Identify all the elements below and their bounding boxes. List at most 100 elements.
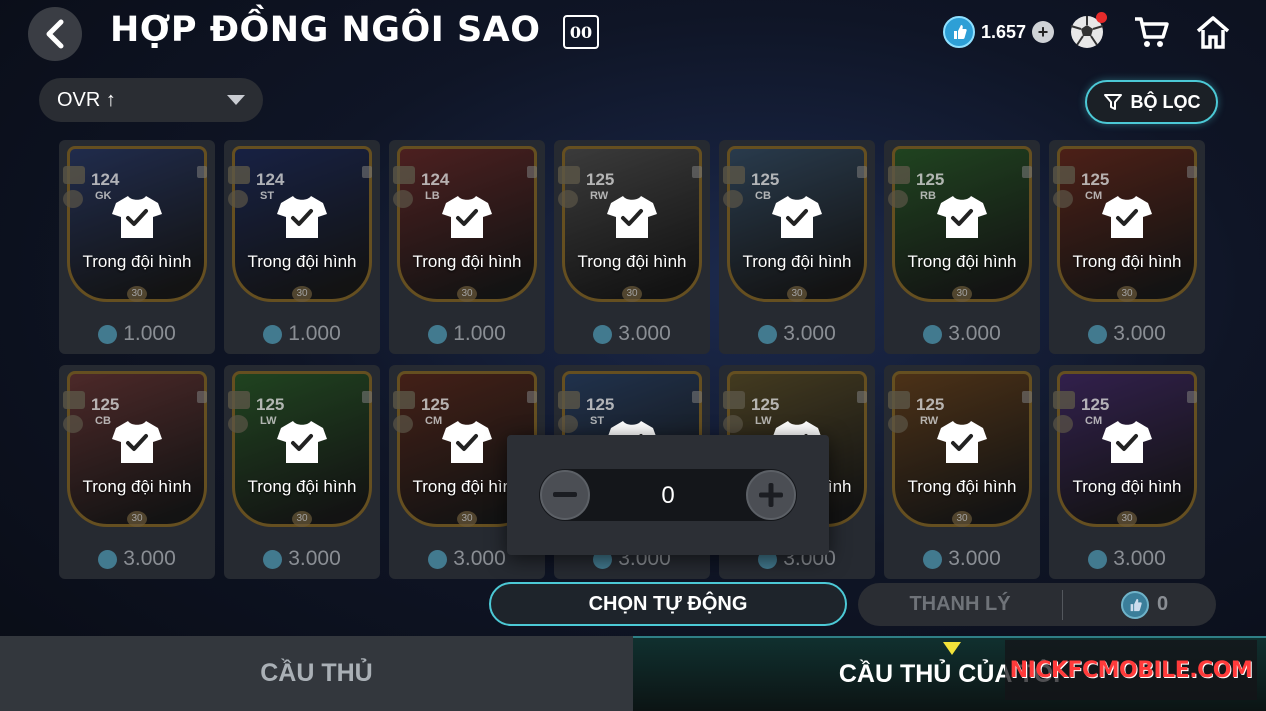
ball-menu-button[interactable]	[1067, 12, 1107, 52]
in-squad-label: Trong đội hình	[247, 252, 357, 271]
player-price: 3.000	[884, 322, 1040, 346]
sell-button[interactable]: THANH LÝ 0	[858, 583, 1216, 626]
fc-point-icon	[428, 324, 448, 344]
fc-point-icon	[923, 324, 943, 344]
in-squad-shirt-icon	[277, 421, 327, 463]
player-card[interactable]: 125 CM 30 Trong đội hình 3.000	[1049, 365, 1205, 579]
home-button[interactable]	[1193, 12, 1233, 52]
lock-icon	[857, 391, 867, 403]
sort-label: OVR ↑	[57, 88, 116, 111]
player-card[interactable]: 125 LW 30 Trong đội hình 3.000	[224, 365, 380, 579]
player-price: 1.000	[224, 322, 380, 346]
lock-icon	[1187, 166, 1197, 178]
player-card[interactable]: 125 CM 30 Trong đội hình 3.000	[1049, 140, 1205, 354]
lock-icon	[527, 391, 537, 403]
player-position: CB	[755, 190, 771, 202]
player-level: 30	[457, 511, 477, 527]
player-level: 30	[292, 286, 312, 302]
rank-icon	[63, 391, 85, 409]
filter-icon	[1103, 94, 1122, 110]
shop-button[interactable]	[1131, 12, 1171, 52]
filter-button[interactable]: BỘ LỌC	[1085, 80, 1218, 124]
player-ovr: 125	[256, 395, 285, 414]
player-card[interactable]: 125 RB 30 Trong đội hình 3.000	[884, 140, 1040, 354]
trait-icon	[723, 415, 743, 433]
price-value: 3.000	[453, 547, 506, 570]
title-badge: 00	[563, 15, 599, 49]
price-value: 3.000	[618, 322, 671, 345]
lock-icon	[362, 166, 372, 178]
increase-button[interactable]	[746, 470, 796, 520]
rank-icon	[393, 166, 415, 184]
player-card[interactable]: 125 RW 30 Trong đội hình 3.000	[884, 365, 1040, 579]
trait-icon	[558, 190, 578, 208]
chevron-left-icon	[46, 19, 64, 49]
price-value: 3.000	[288, 547, 341, 570]
in-squad-shirt-icon	[1102, 421, 1152, 463]
player-ovr: 125	[751, 395, 780, 414]
player-card[interactable]: 125 CB 30 Trong đội hình 3.000	[719, 140, 875, 354]
in-squad-label: Trong đội hình	[82, 477, 192, 496]
sell-count-value: 0	[1157, 593, 1169, 615]
auto-select-button[interactable]: CHỌN TỰ ĐỘNG	[489, 582, 847, 626]
player-ovr: 125	[586, 395, 615, 414]
player-position: CM	[1085, 415, 1103, 427]
sort-dropdown[interactable]: OVR ↑	[39, 78, 263, 122]
player-ovr: 125	[751, 170, 780, 189]
player-level: 30	[1117, 511, 1137, 527]
in-squad-label: Trong đội hình	[82, 252, 192, 271]
trait-icon	[63, 190, 83, 208]
player-level: 30	[292, 511, 312, 527]
in-squad-shirt-icon	[112, 421, 162, 463]
rank-icon	[228, 391, 250, 409]
in-squad-shirt-icon	[112, 196, 162, 238]
player-card[interactable]: 124 ST 30 Trong đội hình 1.000	[224, 140, 380, 354]
caret-down-icon	[227, 95, 245, 105]
watermark: NICKFCMOBILE.COM	[1005, 640, 1257, 700]
quantity-popup: 0	[507, 435, 829, 555]
lock-icon	[692, 166, 702, 178]
in-squad-label: Trong đội hình	[1072, 477, 1182, 496]
in-squad-label: Trong đội hình	[742, 252, 852, 271]
decrease-button[interactable]	[540, 470, 590, 520]
price-value: 3.000	[1113, 547, 1166, 570]
player-card[interactable]: 124 LB 30 Trong đội hình 1.000	[389, 140, 545, 354]
price-value: 1.000	[123, 322, 176, 345]
in-squad-label: Trong đội hình	[412, 252, 522, 271]
rank-icon	[558, 391, 580, 409]
player-position: LW	[260, 415, 277, 427]
player-position: GK	[95, 190, 112, 202]
player-level: 30	[1117, 286, 1137, 302]
tab-players[interactable]: CẦU THỦ	[0, 636, 633, 711]
lock-icon	[197, 166, 207, 178]
fc-point-icon	[1121, 590, 1149, 619]
player-level: 30	[127, 286, 147, 302]
minus-icon	[553, 492, 577, 497]
in-squad-shirt-icon	[1102, 196, 1152, 238]
player-level: 30	[622, 286, 642, 302]
player-card[interactable]: 125 RW 30 Trong đội hình 3.000	[554, 140, 710, 354]
fc-point-icon	[428, 549, 448, 569]
price-value: 3.000	[948, 322, 1001, 345]
player-level: 30	[952, 286, 972, 302]
lock-icon	[692, 391, 702, 403]
in-squad-shirt-icon	[442, 421, 492, 463]
player-price: 1.000	[59, 322, 215, 346]
player-ovr: 125	[1081, 170, 1110, 189]
player-price: 3.000	[224, 547, 380, 571]
player-card[interactable]: 125 CB 30 Trong đội hình 3.000	[59, 365, 215, 579]
player-position: RW	[920, 415, 939, 427]
filter-label: BỘ LỌC	[1130, 91, 1201, 112]
price-value: 1.000	[288, 322, 341, 345]
watermark-text: NICKFCMOBILE.COM	[1009, 657, 1253, 683]
back-button[interactable]	[28, 7, 82, 61]
price-value: 3.000	[123, 547, 176, 570]
lock-icon	[857, 166, 867, 178]
active-tab-indicator	[943, 642, 961, 655]
rank-icon	[723, 166, 745, 184]
trait-icon	[888, 190, 908, 208]
add-currency-button[interactable]: +	[1032, 21, 1055, 43]
trait-icon	[1053, 190, 1073, 208]
player-card[interactable]: 124 GK 30 Trong đội hình 1.000	[59, 140, 215, 354]
in-squad-label: Trong đội hình	[1072, 252, 1182, 271]
